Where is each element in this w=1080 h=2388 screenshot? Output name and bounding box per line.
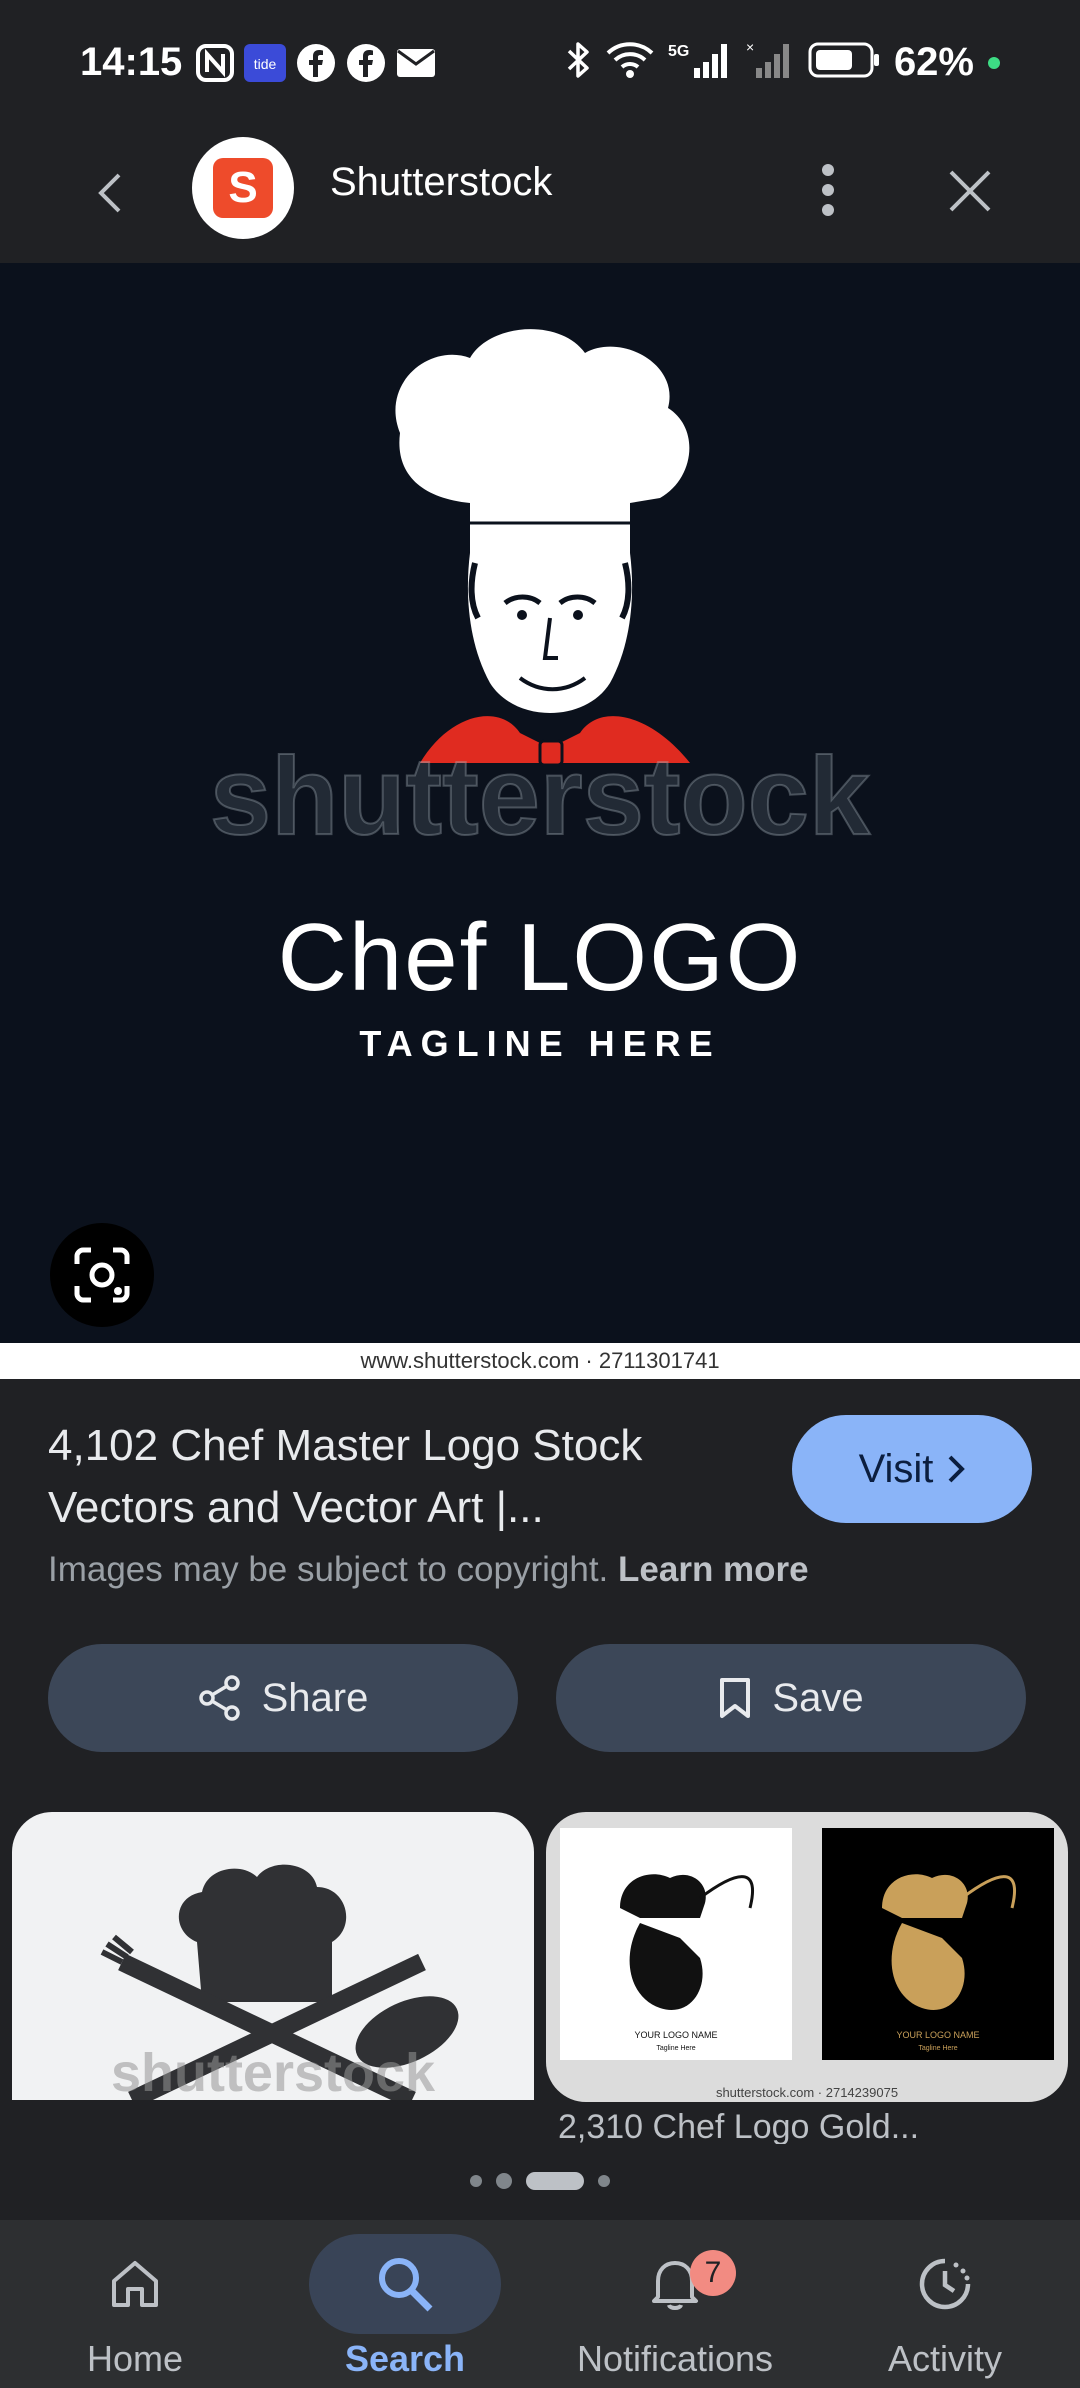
carousel-dot	[598, 2175, 610, 2187]
facebook-icon	[346, 43, 386, 83]
svg-text:YOUR LOGO NAME: YOUR LOGO NAME	[896, 2030, 979, 2040]
carousel-dot	[470, 2175, 482, 2187]
back-button[interactable]	[82, 165, 138, 221]
learn-more-link[interactable]: Learn more	[618, 1550, 809, 1589]
carousel-dot-active	[526, 2172, 584, 2190]
visit-button[interactable]: Visit	[792, 1415, 1032, 1523]
copyright-notice: Images may be subject to copyright. Lear…	[48, 1550, 809, 1590]
svg-text:5G: 5G	[668, 43, 689, 60]
nav-home-label: Home	[86, 2338, 184, 2379]
facebook-icon	[296, 43, 336, 83]
activity-icon	[919, 2258, 971, 2310]
lens-search-button[interactable]	[50, 1223, 154, 1327]
more-vert-icon	[822, 164, 834, 216]
nav-notifications-pill	[579, 2234, 771, 2334]
bluetooth-icon	[566, 40, 592, 85]
nav-home-pill	[39, 2234, 231, 2334]
signal-5g-icon: 5G	[668, 40, 732, 85]
bottom-navigation: Home Search 7 Notifications Activity	[0, 2220, 1080, 2388]
nav-search-label: Search	[344, 2338, 466, 2379]
mail-icon	[396, 47, 436, 79]
signal-icon: ×	[746, 39, 794, 85]
image-source-url: www.shutterstock.com · 2711301741	[0, 1343, 1080, 1379]
svg-text:Tagline Here: Tagline Here	[918, 2045, 957, 2052]
chevron-left-icon	[98, 173, 121, 213]
related-result-caption[interactable]: 2,310 Chef Logo Gold...	[558, 2108, 1058, 2144]
home-icon	[112, 2261, 158, 2307]
chevron-right-icon	[949, 1455, 966, 1483]
wifi-icon	[606, 41, 654, 84]
nav-activity-pill	[849, 2234, 1041, 2334]
site-name: Shutterstock	[330, 160, 553, 204]
notification-badge: 7	[690, 2250, 736, 2296]
card1-watermark: shutterstock	[110, 2043, 436, 2100]
status-right: 5G × 62%	[566, 39, 1000, 85]
tide-icon: tide	[244, 43, 287, 82]
bookmark-icon	[720, 1678, 751, 1718]
main-image-preview[interactable]: shutterstock Chef LOGO TAGLINE HERE	[0, 263, 1080, 1343]
nfc-icon	[196, 43, 235, 82]
save-button[interactable]: Save	[556, 1644, 1026, 1752]
nav-notifications[interactable]: 7 Notifications	[540, 2220, 810, 2388]
nav-notifications-label: Notifications	[576, 2338, 774, 2379]
google-lens-icon	[74, 1247, 130, 1303]
close-button[interactable]	[940, 161, 1000, 221]
shutterstock-logo-icon: S	[213, 158, 273, 218]
logo-title-text: Chef LOGO	[277, 904, 803, 1011]
image-watermark: shutterstock	[209, 734, 871, 859]
search-icon	[379, 2258, 433, 2312]
site-logo: S	[192, 137, 294, 239]
shrimp-logo-gold: YOUR LOGO NAME Tagline Here	[822, 1828, 1054, 2060]
status-time: 14:15	[80, 40, 183, 84]
nav-activity-label: Activity	[887, 2338, 1002, 2379]
card2-source-url: shutterstock.com · 2714239075	[715, 2085, 899, 2100]
related-result-card[interactable]: YOUR LOGO NAME Tagline Here YOUR LOGO NA…	[546, 1812, 1068, 2102]
svg-text:tide: tide	[254, 56, 277, 72]
app-header: S Shutterstock	[0, 125, 1080, 263]
more-options-button[interactable]	[808, 155, 848, 225]
carousel-indicator	[0, 2172, 1080, 2190]
page: 14:15 tide 5G × 62% S Shutterstock shutt…	[0, 0, 1080, 2388]
nav-search-pill	[309, 2234, 501, 2334]
carousel-dot	[496, 2173, 512, 2189]
share-button[interactable]: Share	[48, 1644, 518, 1752]
visit-label: Visit	[858, 1446, 934, 1491]
save-label: Save	[772, 1675, 864, 1720]
share-label: Share	[261, 1675, 369, 1720]
battery-percent: 62%	[893, 40, 974, 84]
share-icon	[198, 1675, 240, 1721]
status-bar: 14:15 tide 5G × 62%	[0, 0, 1080, 125]
battery-icon	[808, 42, 880, 83]
shrimp-logo-black: YOUR LOGO NAME Tagline Here	[560, 1828, 792, 2060]
nav-search[interactable]: Search	[270, 2220, 540, 2388]
nav-home[interactable]: Home	[0, 2220, 270, 2388]
privacy-indicator-dot	[988, 56, 1000, 69]
nav-activity[interactable]: Activity	[810, 2220, 1080, 2388]
svg-text:YOUR LOGO NAME: YOUR LOGO NAME	[634, 2030, 717, 2040]
logo-tagline-text: TAGLINE HERE	[359, 1023, 721, 1064]
close-icon	[949, 170, 991, 212]
related-result-card[interactable]: shutterstock	[12, 1812, 534, 2100]
result-title[interactable]: 4,102 Chef Master Logo Stock Vectors and…	[48, 1415, 748, 1539]
svg-text:×: ×	[746, 40, 754, 55]
copyright-text: Images may be subject to copyright.	[48, 1550, 609, 1589]
svg-text:Tagline Here: Tagline Here	[656, 2045, 695, 2052]
